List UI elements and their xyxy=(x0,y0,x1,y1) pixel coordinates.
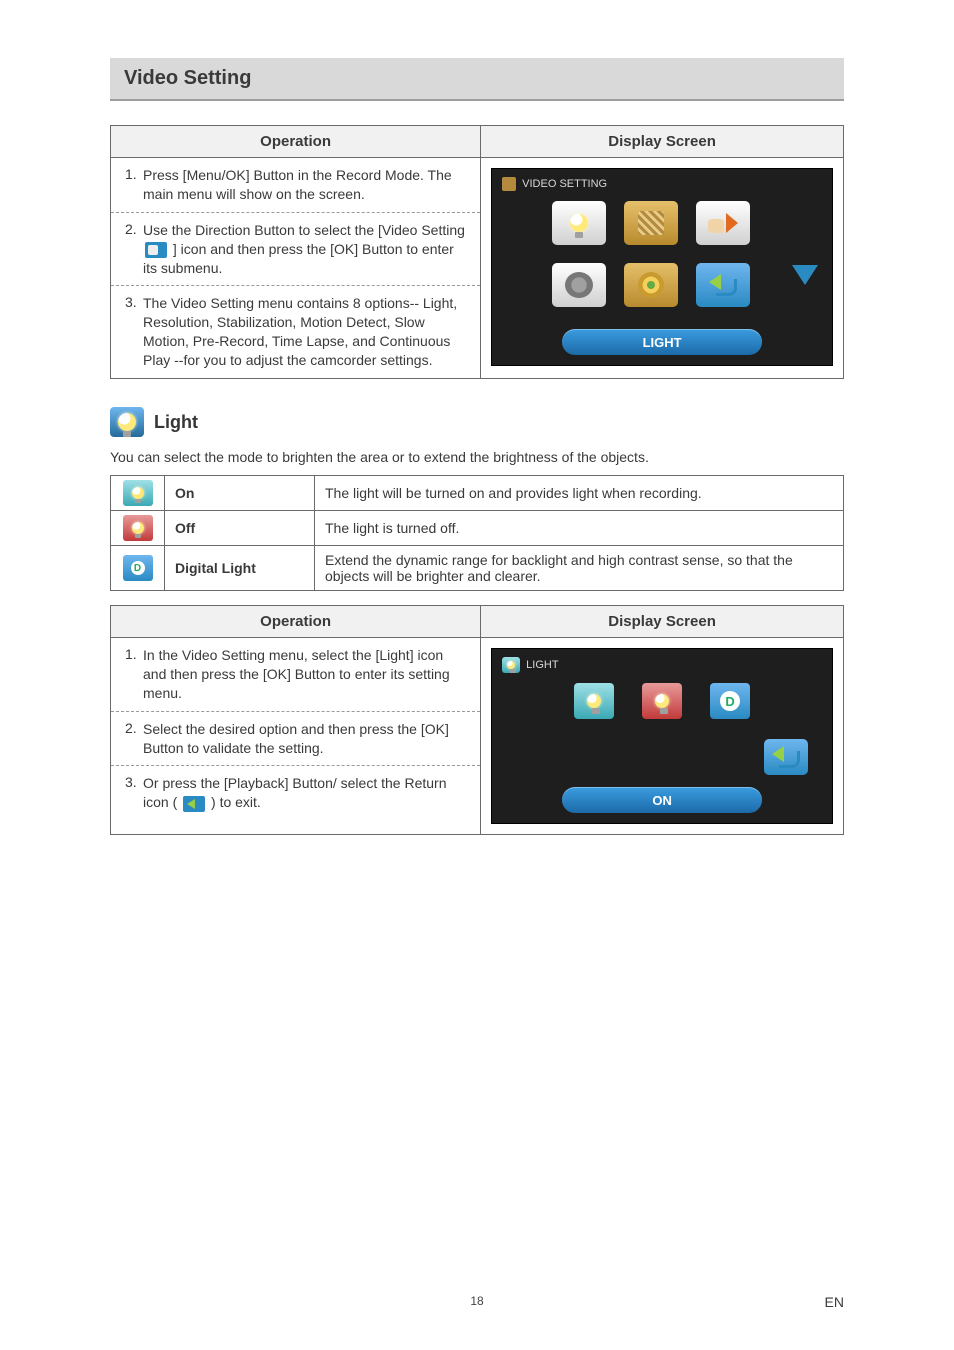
scroll-down-icon xyxy=(792,265,818,285)
col-operation: Operation xyxy=(111,126,481,158)
op-text: Select the desired option and then press… xyxy=(143,720,470,758)
op-row: 1. In the Video Setting menu, select the… xyxy=(111,638,480,711)
light-badge-icon xyxy=(110,407,144,437)
op-text-part: ) to exit. xyxy=(211,794,261,810)
op-row: 3. Or press the [Playback] Button/ selec… xyxy=(111,765,480,820)
resolution-icon xyxy=(624,201,678,245)
table-row: On The light will be turned on and provi… xyxy=(111,476,844,511)
mode-label: On xyxy=(165,476,315,511)
option-on-icon xyxy=(574,683,614,719)
page-footer: 18 EN xyxy=(0,1294,954,1310)
selection-caption: ON xyxy=(562,787,762,813)
op-number: 2. xyxy=(125,221,143,278)
page-number: 18 xyxy=(470,1294,483,1308)
stabilization-icon xyxy=(696,201,750,245)
screen-title: LIGHT xyxy=(526,659,558,671)
op-number: 1. xyxy=(125,166,143,204)
video-setting-table: Operation Display Screen 1. Press [Menu/… xyxy=(110,125,844,379)
light-intro: You can select the mode to brighten the … xyxy=(110,449,844,465)
light-heading: Light xyxy=(154,412,198,433)
col-display-screen: Display Screen xyxy=(481,126,844,158)
return-inline-icon xyxy=(183,796,205,812)
light-modes-table: On The light will be turned on and provi… xyxy=(110,475,844,591)
col-operation: Operation xyxy=(111,606,481,638)
op-text-part: ] icon and then press the [OK] Button to… xyxy=(143,241,454,276)
video-setting-icon xyxy=(145,242,167,258)
return-icon xyxy=(696,263,750,307)
table-row: D Digital Light Extend the dynamic range… xyxy=(111,546,844,591)
light-icon xyxy=(552,201,606,245)
motion-detect-icon xyxy=(552,263,606,307)
light-heading-row: Light xyxy=(110,407,844,437)
col-display-screen: Display Screen xyxy=(481,606,844,638)
op-text-part: Use the Direction Button to select the [… xyxy=(143,222,465,238)
mode-desc: The light will be turned on and provides… xyxy=(315,476,844,511)
display-screen: LIGHT D ON xyxy=(491,648,833,824)
light-operation-table: Operation Display Screen 1. In the Video… xyxy=(110,605,844,835)
op-text: The Video Setting menu contains 8 option… xyxy=(143,294,470,370)
op-number: 3. xyxy=(125,774,143,812)
screen-title-row: LIGHT xyxy=(502,657,822,673)
op-row: 2. Use the Direction Button to select th… xyxy=(111,212,480,286)
screen-title: VIDEO SETTING xyxy=(522,178,607,190)
option-off-icon xyxy=(642,683,682,719)
op-row: 1. Press [Menu/OK] Button in the Record … xyxy=(111,158,480,212)
page-title: Video Setting xyxy=(110,58,844,101)
op-text: Use the Direction Button to select the [… xyxy=(143,221,470,278)
screen-title-row: VIDEO SETTING xyxy=(502,177,822,191)
op-row: 3. The Video Setting menu contains 8 opt… xyxy=(111,285,480,378)
lang-code: EN xyxy=(825,1294,844,1310)
op-text: Press [Menu/OK] Button in the Record Mod… xyxy=(143,166,470,204)
table-row: Off The light is turned off. xyxy=(111,511,844,546)
selection-caption: LIGHT xyxy=(562,329,762,355)
op-number: 2. xyxy=(125,720,143,758)
op-number: 1. xyxy=(125,646,143,703)
mode-label: Off xyxy=(165,511,315,546)
mode-desc: The light is turned off. xyxy=(315,511,844,546)
option-digital-icon: D xyxy=(710,683,750,719)
digital-light-icon: D xyxy=(123,555,153,581)
return-option-icon xyxy=(764,739,808,775)
mode-label: Digital Light xyxy=(165,546,315,591)
tool-icon xyxy=(502,177,516,191)
op-text: Or press the [Playback] Button/ select t… xyxy=(143,774,470,812)
display-screen: VIDEO SETTING LIGHT xyxy=(491,168,833,366)
light-off-icon xyxy=(123,515,153,541)
light-on-icon xyxy=(123,480,153,506)
op-row: 2. Select the desired option and then pr… xyxy=(111,711,480,766)
light-small-icon xyxy=(502,657,520,673)
slow-motion-icon xyxy=(624,263,678,307)
mode-desc: Extend the dynamic range for backlight a… xyxy=(315,546,844,591)
op-text: In the Video Setting menu, select the [L… xyxy=(143,646,470,703)
op-number: 3. xyxy=(125,294,143,370)
